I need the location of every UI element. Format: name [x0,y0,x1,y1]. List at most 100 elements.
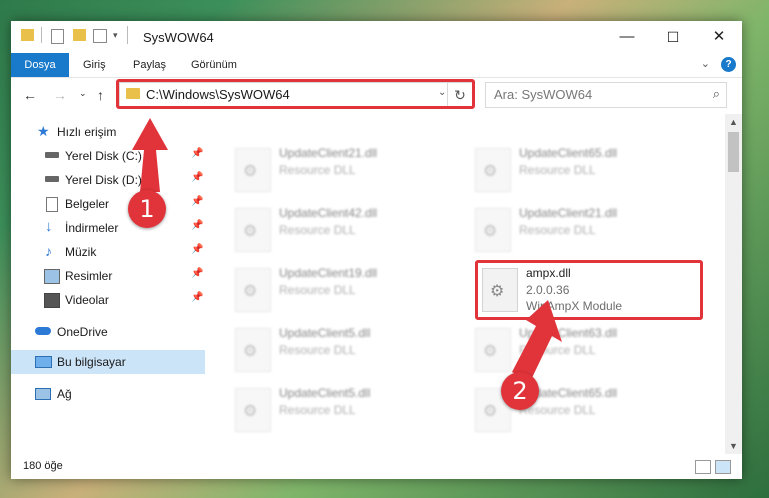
back-icon[interactable]: ← [23,87,37,103]
file-name: UpdateClient19.dll [279,266,378,280]
maximize-button[interactable]: ☐ [650,21,696,53]
file-description: Resource DLL [279,223,356,237]
sidebar-item-label: Videolar [65,293,109,307]
file-description: Resource DLL [279,343,356,357]
file-tile[interactable]: ⚙ UpdateClient5.dll Resource DLL [235,384,465,438]
sidebar-item-label: Bu bilgisayar [57,355,126,369]
sidebar-item-label: İndirmeler [65,221,119,235]
gear-icon: ⚙ [483,223,498,240]
navigation-bar: ← → ⌄ ↑ C:\Windows\SysWOW64 ⌄ ↻ Ara: Sys… [11,78,742,114]
sidebar-item-label: Resimler [65,269,113,283]
sidebar-item-label: Belgeler [65,197,110,211]
sidebar-item-network[interactable]: Ağ [11,382,205,406]
sidebar-item-label: Müzik [65,245,97,259]
pin-icon[interactable]: 📌 [191,292,203,303]
tab-file[interactable]: Dosya [11,53,69,77]
search-box[interactable]: Ara: SysWOW64 ⌕ [485,82,727,108]
sidebar-item-onedrive[interactable]: OneDrive [11,320,205,344]
cloud-icon [35,327,51,335]
search-icon[interactable]: ⌕ [713,86,720,102]
tab-home[interactable]: Giriş [83,53,106,77]
file-name: UpdateClient65.dll [519,146,618,160]
gear-icon: ⚙ [243,343,258,360]
sidebar-item-label: Ağ [57,387,72,401]
forward-icon[interactable]: → [53,87,67,103]
dll-file-icon: ⚙ [475,208,511,252]
sidebar-item-pictures[interactable]: Resimler 📌 [11,264,205,288]
ribbon-tabs: Dosya Giriş Paylaş Görünüm ⌄ ? [11,53,742,78]
folder-icon [21,29,34,41]
sidebar-item-quick-access[interactable]: ★ Hızlı erişim [11,120,205,144]
help-icon[interactable]: ? [721,57,736,72]
pin-icon[interactable]: 📌 [191,148,203,159]
sidebar-item-this-pc[interactable]: Bu bilgisayar [11,350,205,374]
step-1-badge: 1 [128,190,166,228]
drive-icon [45,152,59,158]
dll-file-icon: ⚙ [235,148,271,192]
up-icon[interactable]: ↑ [97,87,104,103]
file-name: UpdateClient5.dll [279,386,371,400]
music-icon: ♪ [45,243,52,259]
recent-locations-icon[interactable]: ⌄ [79,88,87,99]
sidebar-item-music[interactable]: ♪ Müzik 📌 [11,240,205,264]
gear-icon: ⚙ [243,163,258,180]
step-2-badge: 2 [501,372,539,410]
gear-icon: ⚙ [243,223,258,240]
close-button[interactable]: ✕ [696,21,742,53]
scroll-up-icon[interactable]: ▲ [729,117,738,127]
sidebar-item-label: Yerel Disk (D:) [65,173,142,187]
minimize-button[interactable]: — [604,21,650,53]
file-tile[interactable]: ⚙ UpdateClient19.dll Resource DLL [235,264,465,318]
sidebar-item-downloads[interactable]: ↓ İndirmeler 📌 [11,216,205,240]
dll-file-icon: ⚙ [235,208,271,252]
file-name: UpdateClient21.dll [279,146,378,160]
details-view-icon[interactable] [695,460,711,474]
scroll-thumb[interactable] [728,132,739,172]
ribbon-expand-icon[interactable]: ⌄ [701,57,710,70]
sidebar-item-disk-d[interactable]: Yerel Disk (D:) 📌 [11,168,205,192]
pin-icon[interactable]: 📌 [191,268,203,279]
pin-icon[interactable]: 📌 [191,172,203,183]
file-description: Resource DLL [519,163,596,177]
sidebar-item-documents[interactable]: Belgeler 📌 [11,192,205,216]
file-tile[interactable]: ⚙ UpdateClient21.dll Resource DLL [475,204,705,258]
file-highlight-box [475,260,703,320]
file-tile[interactable]: ⚙ UpdateClient5.dll Resource DLL [235,324,465,378]
tab-view[interactable]: Görünüm [191,53,237,77]
file-tile[interactable]: ⚙ UpdateClient65.dll Resource DLL [475,144,705,198]
download-icon: ↓ [45,218,53,235]
dll-file-icon: ⚙ [235,328,271,372]
file-description: Resource DLL [279,163,356,177]
vertical-scrollbar[interactable]: ▲ ▼ [725,114,742,454]
file-name: UpdateClient63.dll [519,326,618,340]
scroll-down-icon[interactable]: ▼ [729,441,738,451]
pin-icon[interactable]: 📌 [191,196,203,207]
sidebar-item-disk-c[interactable]: Yerel Disk (C:) 📌 [11,144,205,168]
file-name: UpdateClient21.dll [519,206,618,220]
pictures-icon [44,269,60,284]
file-tile[interactable]: ⚙ UpdateClient21.dll Resource DLL [235,144,465,198]
sidebar-item-videos[interactable]: Videolar 📌 [11,288,205,312]
divider [127,26,128,44]
search-placeholder: Ara: SysWOW64 [494,87,593,102]
divider [41,27,42,43]
dll-file-icon: ⚙ [235,388,271,432]
tab-share[interactable]: Paylaş [133,53,166,77]
file-tile[interactable]: ⚙ UpdateClient63.dll Resource DLL [475,324,705,378]
pin-icon[interactable]: 📌 [191,220,203,231]
file-name: UpdateClient42.dll [279,206,378,220]
item-count: 180 öğe [23,460,63,472]
customize-icon[interactable] [93,29,107,43]
new-folder-icon[interactable] [73,29,86,41]
file-tile[interactable]: ⚙ UpdateClient42.dll Resource DLL [235,204,465,258]
file-description: Resource DLL [519,223,596,237]
explorer-window: ▾ SysWOW64 — ☐ ✕ Dosya Giriş Paylaş Görü… [11,21,742,479]
gear-icon: ⚙ [483,403,498,420]
gear-icon: ⚙ [483,343,498,360]
network-icon [35,388,51,400]
tiles-view-icon[interactable] [715,460,731,474]
file-list: ⚙ UpdateClient21.dll Resource DLL ⚙ Upda… [217,114,725,454]
pin-icon[interactable]: 📌 [191,244,203,255]
chevron-down-icon[interactable]: ▾ [113,30,118,41]
properties-icon[interactable] [51,29,64,44]
